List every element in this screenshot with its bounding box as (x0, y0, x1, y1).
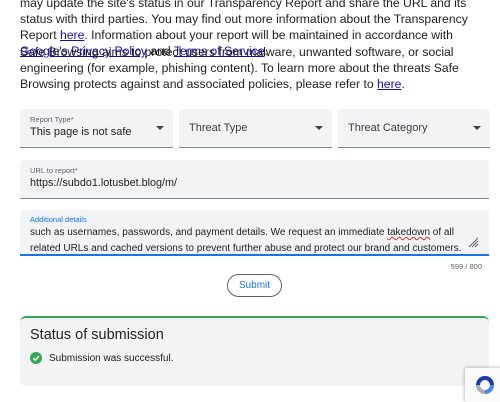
intro-text-2: . Information about your report will be … (84, 28, 453, 42)
triangle-down-icon (315, 126, 323, 130)
report-type-select[interactable]: Report Type* This page is not safe (20, 109, 173, 148)
safe-browsing-policies-link[interactable]: here (377, 77, 401, 91)
threat-category-select[interactable]: Threat Category (338, 109, 490, 148)
safe-browsing-text-end: . (401, 77, 405, 91)
misspelled-word: takedown (387, 227, 431, 238)
triangle-down-icon (473, 126, 481, 130)
recaptcha-badge[interactable] (465, 368, 500, 402)
url-to-report-field[interactable]: URL to report* https://subdo1.lotusbet.b… (20, 160, 489, 199)
character-counter: 599 / 800 (450, 262, 482, 271)
additional-details-label: Additional details (30, 215, 87, 224)
url-field-value[interactable]: https://subdo1.lotusbet.blog/m/ (30, 177, 177, 189)
threat-type-select[interactable]: Threat Type (179, 109, 332, 148)
triangle-down-icon (156, 126, 164, 130)
url-field-label: URL to report* (30, 166, 78, 175)
additional-details-field[interactable]: Additional details such as usernames, pa… (20, 210, 489, 256)
status-title: Status of submission (30, 327, 164, 343)
status-card: Status of submission Submission was succ… (20, 316, 489, 386)
report-type-label: Report Type* (30, 115, 74, 124)
status-row: Submission was successful. (30, 352, 174, 364)
transparency-report-link[interactable]: here (60, 28, 84, 42)
status-message: Submission was successful. (49, 352, 174, 364)
safe-browsing-paragraph: Safe Browsing aims to protect users from… (20, 44, 490, 92)
resize-handle-icon[interactable] (468, 237, 479, 248)
submit-button[interactable]: Submit (227, 274, 282, 297)
details-text-a: such as usernames, passwords, and paymen… (30, 227, 388, 238)
check-circle-icon (30, 352, 42, 364)
recaptcha-logo-icon (476, 376, 494, 394)
threat-category-placeholder: Threat Category (348, 122, 428, 134)
threat-type-placeholder: Threat Type (189, 122, 248, 134)
additional-details-textarea[interactable]: such as usernames, passwords, and paymen… (30, 225, 470, 257)
report-type-value: This page is not safe (30, 126, 132, 138)
